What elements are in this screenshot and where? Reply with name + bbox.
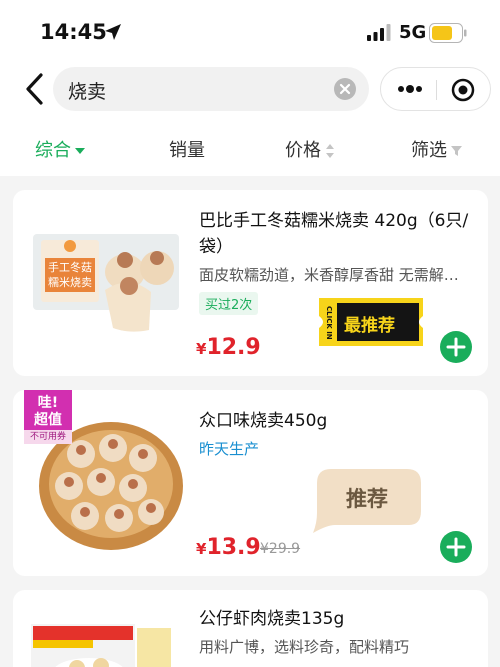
close-program-icon[interactable] xyxy=(451,78,475,102)
product-title: 巴比手工冬菇糯米烧卖 420g（6只/袋） xyxy=(199,211,469,257)
search-query[interactable]: 烧卖 xyxy=(68,77,106,104)
promo-line: 超值 xyxy=(34,412,62,428)
package-text: 手工冬菇 xyxy=(48,260,92,274)
product-title: 公仔虾肉烧卖135g xyxy=(199,609,345,629)
product-image: 手工冬菇 糯米烧卖 xyxy=(33,234,179,332)
tab-label: 综合 xyxy=(35,140,71,161)
sort-arrows-icon xyxy=(326,144,334,158)
location-arrow-icon xyxy=(105,24,121,40)
more-icon[interactable] xyxy=(397,82,423,96)
recommend-badge: CLICK IN 最推荐 xyxy=(319,298,423,346)
add-to-cart-button[interactable] xyxy=(440,531,472,563)
currency-symbol: ¥ xyxy=(196,540,207,558)
product-title: 众口味烧卖450g xyxy=(199,411,328,431)
recommend-label: 推荐 xyxy=(346,487,388,511)
tab-price[interactable]: 价格 xyxy=(285,136,335,162)
production-date: 昨天生产 xyxy=(199,440,260,458)
header-area: 14:45 5G 烧卖 综合 销量 价格 筛选 xyxy=(0,0,500,176)
network-type: 5G xyxy=(399,22,427,43)
product-price: ¥13.9 xyxy=(196,535,261,560)
price-value: 12.9 xyxy=(206,335,261,360)
tab-label: 价格 xyxy=(285,140,321,161)
currency-symbol: ¥ xyxy=(196,340,207,358)
tab-filter[interactable]: 筛选 xyxy=(411,136,462,162)
filter-icon xyxy=(451,146,462,156)
battery-icon xyxy=(429,23,467,43)
promo-note: 不可用券 xyxy=(24,430,72,444)
product-card[interactable]: 手工冬菇 糯米烧卖 巴比手工冬菇糯米烧卖 420g（6只/袋） 面皮软糯劲道，米… xyxy=(13,190,488,376)
badge-brand: CLICK IN xyxy=(325,306,333,340)
product-description: 面皮软糯劲道，米香醇厚香甜 无需解… xyxy=(199,266,459,284)
price-value: 13.9 xyxy=(206,535,261,560)
promo-badge: 哇! 超值 不可用券 xyxy=(24,390,72,444)
product-price: ¥12.9 xyxy=(196,335,261,360)
tab-sales[interactable]: 销量 xyxy=(169,136,205,162)
tab-label: 销量 xyxy=(169,140,205,161)
product-card[interactable]: 公仔虾肉烧卖135g 用料广博，选料珍奇，配料精巧 xyxy=(13,590,488,667)
signal-icon xyxy=(367,24,391,41)
mini-program-capsule xyxy=(380,67,491,111)
purchase-tag: 买过2次 xyxy=(199,292,259,315)
product-description: 用料广博，选料珍奇，配料精巧 xyxy=(199,638,410,656)
package-text: 糯米烧卖 xyxy=(48,275,92,289)
add-to-cart-button[interactable] xyxy=(440,331,472,363)
badge-label: 最推荐 xyxy=(344,316,395,336)
product-card[interactable]: 哇! 超值 不可用券 众口味烧卖450g 昨天生产 推荐 ¥13.9 ¥29.9 xyxy=(13,390,488,576)
tab-comprehensive[interactable]: 综合 xyxy=(35,136,85,162)
back-icon[interactable] xyxy=(23,72,47,106)
clear-icon[interactable] xyxy=(333,77,357,101)
product-image xyxy=(31,624,171,667)
tab-label: 筛选 xyxy=(411,140,447,161)
caret-down-icon xyxy=(75,148,85,154)
original-price: ¥29.9 xyxy=(260,541,301,557)
search-input[interactable]: 烧卖 xyxy=(53,67,369,111)
status-time: 14:45 xyxy=(40,20,107,44)
capsule-divider xyxy=(436,80,437,100)
